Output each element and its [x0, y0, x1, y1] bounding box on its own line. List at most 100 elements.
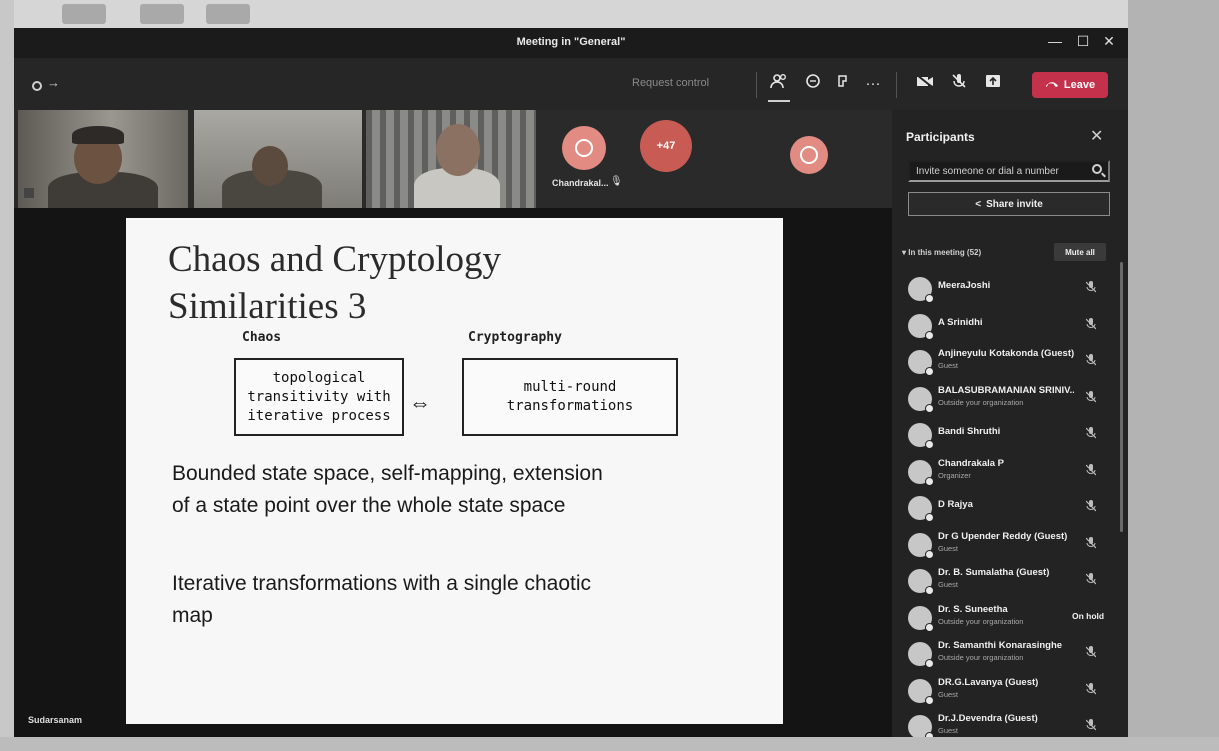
presence-status-icon: [925, 695, 934, 705]
participant-row[interactable]: Dr. Samanthi Konarasinghe Outside your or…: [892, 635, 1118, 672]
presentation-slide: Chaos and Cryptology Similarities 3 Chao…: [126, 218, 783, 724]
more-options-icon[interactable]: ···: [862, 73, 884, 95]
title-bar: Meeting in "General" — ☐ ✕: [14, 28, 1128, 58]
meeting-info-icon[interactable]: [32, 81, 42, 91]
paragraph-line: of a state point over the whole state sp…: [172, 494, 566, 517]
presence-status-icon: [925, 622, 934, 632]
mute-all-button[interactable]: Mute all: [1054, 243, 1106, 261]
participant-avatar[interactable]: [562, 126, 606, 170]
desktop-top-edge: [0, 0, 1219, 28]
mic-off-icon[interactable]: [1085, 682, 1097, 698]
participant-list-scrollbar[interactable]: [1120, 262, 1123, 532]
participant-role: Guest: [938, 689, 959, 699]
share-invite-label: Share invite: [986, 198, 1043, 210]
self-avatar[interactable]: [790, 136, 828, 174]
participant-row[interactable]: Dr.J.Devendra (Guest) Guest: [892, 708, 1118, 737]
participant-row[interactable]: MeeraJoshi: [892, 270, 1118, 307]
teams-meeting-window: Meeting in "General" — ☐ ✕ → Request con…: [14, 28, 1128, 737]
mic-off-icon[interactable]: [1085, 427, 1097, 442]
camera-off-icon[interactable]: [914, 73, 936, 95]
reactions-icon[interactable]: [832, 73, 854, 95]
presence-status-icon: [925, 367, 934, 376]
leave-button[interactable]: Leave: [1032, 72, 1108, 98]
participant-name: Anjineyulu Kotakonda (Guest): [938, 348, 1074, 359]
participant-row[interactable]: A Srinidhi: [892, 307, 1118, 344]
close-button[interactable]: ✕: [1098, 33, 1120, 50]
mic-off-icon[interactable]: [1085, 719, 1097, 734]
participant-row[interactable]: BALASUBRAMANIAN SRINIV... Outside your or…: [892, 380, 1118, 417]
mic-off-icon[interactable]: [1085, 354, 1097, 369]
participant-row[interactable]: Anjineyulu Kotakonda (Guest) Guest: [892, 343, 1118, 380]
participant-row[interactable]: DR.G.Lavanya (Guest) Guest: [892, 672, 1118, 709]
participant-role: Organizer: [938, 470, 971, 480]
participant-video-tile-active[interactable]: [194, 110, 362, 208]
participant-video-tile[interactable]: [366, 110, 536, 208]
mic-off-icon[interactable]: [1085, 463, 1097, 479]
mic-off-icon[interactable]: [1085, 317, 1097, 333]
participant-name: Chandrakala P: [938, 457, 1004, 469]
participant-role: Guest: [938, 580, 959, 589]
slide-paragraph: Iterative transformations with a single …: [172, 568, 752, 632]
mic-off-icon[interactable]: [1085, 646, 1097, 661]
participant-name: Dr. B. Sumalatha (Guest): [938, 567, 1050, 578]
participant-name: Bandi Shruthi: [938, 426, 1001, 437]
expand-arrow-icon[interactable]: →: [47, 75, 60, 90]
box-line: transitivity with: [247, 388, 391, 405]
desktop-bottom-edge: [0, 737, 1219, 751]
mic-off-icon[interactable]: [1085, 390, 1097, 406]
share-invite-button[interactable]: < Share invite: [908, 192, 1110, 216]
presence-status-icon: [925, 549, 934, 559]
participant-row[interactable]: D Rajya: [892, 489, 1118, 526]
share-icon: <: [975, 198, 982, 210]
presence-status-icon: [925, 732, 934, 737]
invite-search-input[interactable]: [908, 160, 1110, 182]
mic-off-icon[interactable]: [1085, 536, 1097, 552]
box-line: multi-round: [523, 379, 617, 395]
participant-name: BALASUBRAMANIAN SRINIV...: [938, 384, 1074, 396]
search-icon[interactable]: [1092, 164, 1102, 174]
video-status-icon: [24, 188, 34, 198]
participant-row[interactable]: Dr G Upender Reddy (Guest) Guest: [892, 526, 1118, 563]
mic-off-icon[interactable]: [1085, 500, 1097, 515]
participants-icon[interactable]: [768, 73, 790, 95]
mic-off-icon[interactable]: [948, 73, 970, 95]
participant-row[interactable]: Dr. S. Suneetha Outside your organization…: [892, 599, 1118, 636]
close-panel-icon[interactable]: ✕: [1090, 126, 1103, 146]
more-participants-badge[interactable]: +47: [640, 120, 692, 172]
box-line: iterative process: [247, 407, 391, 424]
person-face: [436, 124, 480, 176]
share-screen-icon[interactable]: [982, 73, 1004, 95]
participant-row[interactable]: Bandi Shruthi: [892, 416, 1118, 453]
box-line: transformations: [506, 398, 634, 414]
participant-name: DR.G.Lavanya (Guest): [938, 676, 1039, 688]
person-cap: [72, 126, 124, 144]
video-strip: Chandrakal... 🎙 +47: [14, 110, 892, 208]
participant-name: Dr. S. Suneetha: [938, 603, 1008, 615]
participant-row[interactable]: Chandrakala P Organizer: [892, 453, 1118, 490]
presence-status-icon: [925, 403, 934, 413]
person-icon: [575, 139, 593, 157]
mic-off-icon[interactable]: [1085, 573, 1097, 588]
presenter-name-label: Sudarsanam: [28, 715, 83, 725]
minimize-button[interactable]: —: [1044, 33, 1066, 49]
request-control-button[interactable]: Request control: [632, 77, 709, 89]
paragraph-line: map: [172, 604, 213, 627]
participant-role: Guest: [938, 726, 959, 735]
presence-status-icon: [925, 586, 934, 595]
slide-title-line: Similarities 3: [168, 286, 367, 327]
toolbar-divider: [896, 72, 897, 98]
maximize-button[interactable]: ☐: [1072, 33, 1094, 50]
paragraph-line: Bounded state space, self-mapping, exten…: [172, 462, 603, 485]
presence-status-icon: [925, 659, 934, 668]
blurred-taskbar-item: [140, 4, 184, 24]
participant-name: A Srinidhi: [938, 316, 983, 328]
participant-row[interactable]: Dr. B. Sumalatha (Guest) Guest: [892, 562, 1118, 599]
presence-status-icon: [925, 294, 934, 303]
window-title: Meeting in "General": [516, 36, 626, 48]
in-meeting-header[interactable]: ▾ In this meeting (52): [902, 248, 981, 257]
participant-video-tile[interactable]: [18, 110, 188, 208]
paragraph-line: Iterative transformations with a single …: [172, 572, 592, 595]
chat-icon[interactable]: [802, 73, 824, 95]
mic-off-icon[interactable]: [1085, 281, 1097, 296]
participant-role: Outside your organization: [938, 653, 1024, 662]
